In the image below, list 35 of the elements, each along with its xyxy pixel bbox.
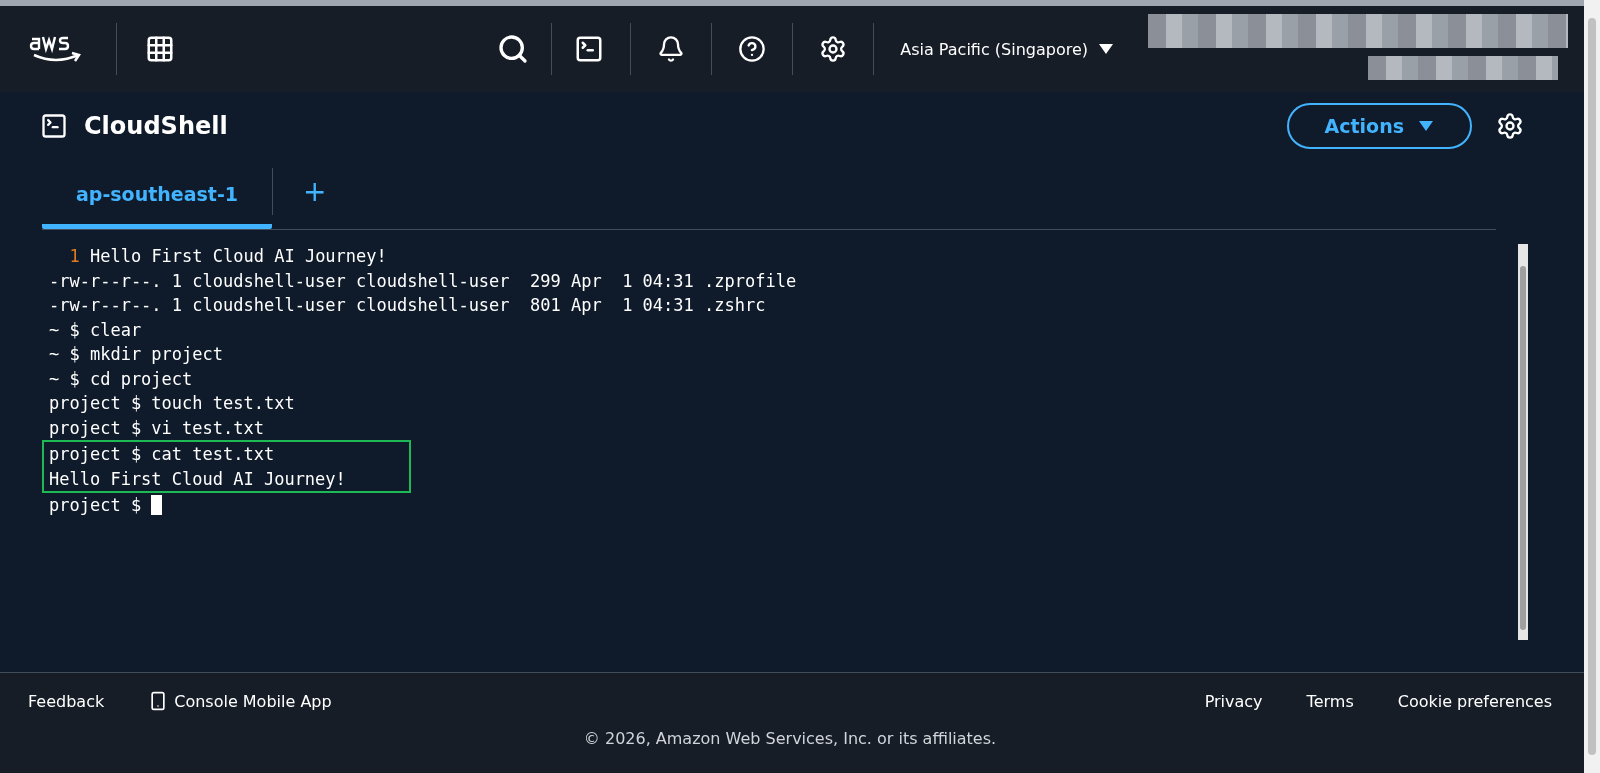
terminal-icon: [40, 112, 68, 140]
add-tab-button[interactable]: +: [272, 168, 357, 215]
scrollbar[interactable]: [1518, 244, 1528, 640]
terminal-line: 1 Hello First Cloud AI Journey!: [68, 245, 388, 268]
actions-button[interactable]: Actions: [1286, 103, 1472, 149]
settings-icon[interactable]: [1496, 112, 1524, 140]
notifications-icon[interactable]: [657, 35, 686, 63]
terminal-icon[interactable]: [574, 34, 605, 64]
settings-icon[interactable]: [819, 35, 848, 63]
caret-icon: [1418, 120, 1434, 132]
help-icon[interactable]: [738, 35, 767, 63]
terminal-line: -rw-r--r--. 1 cloudshell-user cloudshell-user 299 Apr 1 04:31 .zprofile: [49, 269, 798, 293]
page-title: CloudShell: [84, 112, 228, 140]
terminal-line: ~ $ mkdir project: [49, 343, 224, 366]
terminal-line: project $ cat test.txt: [49, 443, 276, 466]
apps-grid-icon[interactable]: [145, 34, 175, 64]
region-selector[interactable]: Asia Pacific (Singapore): [900, 39, 1114, 59]
tab[interactable]: ap-southeast-1: [42, 164, 272, 229]
terminal-line: -rw-r--r--. 1 cloudshell-user cloudshell-user 801 Apr 1 04:31 .zshrc: [49, 294, 767, 317]
terminal-line: Hello First Cloud AI Journey!: [49, 467, 347, 491]
search-icon[interactable]: [497, 33, 530, 65]
cursor: [151, 495, 163, 515]
terminal-prompt[interactable]: project $: [49, 493, 1518, 518]
footer-link[interactable]: Terms: [1306, 691, 1354, 711]
terminal-line: project $ touch test.txt: [49, 392, 296, 415]
terminal-line: ~ $ cd project: [49, 367, 194, 391]
footer-link[interactable]: Console Mobile App: [148, 691, 332, 711]
caret-icon: [1098, 43, 1114, 55]
footer-link[interactable]: Cookie preferences: [1397, 691, 1552, 711]
browser-scrollbar[interactable]: [1584, 0, 1600, 773]
footer-link[interactable]: Feedback: [28, 691, 105, 711]
terminal-line: ~ $ clear: [49, 318, 143, 342]
footer-link[interactable]: Privacy: [1204, 691, 1263, 711]
terminal-line: project $ vi test.txt: [49, 416, 265, 440]
copyright-text: © 2026, Amazon Web Services, Inc. or its affiliates.: [582, 729, 998, 748]
